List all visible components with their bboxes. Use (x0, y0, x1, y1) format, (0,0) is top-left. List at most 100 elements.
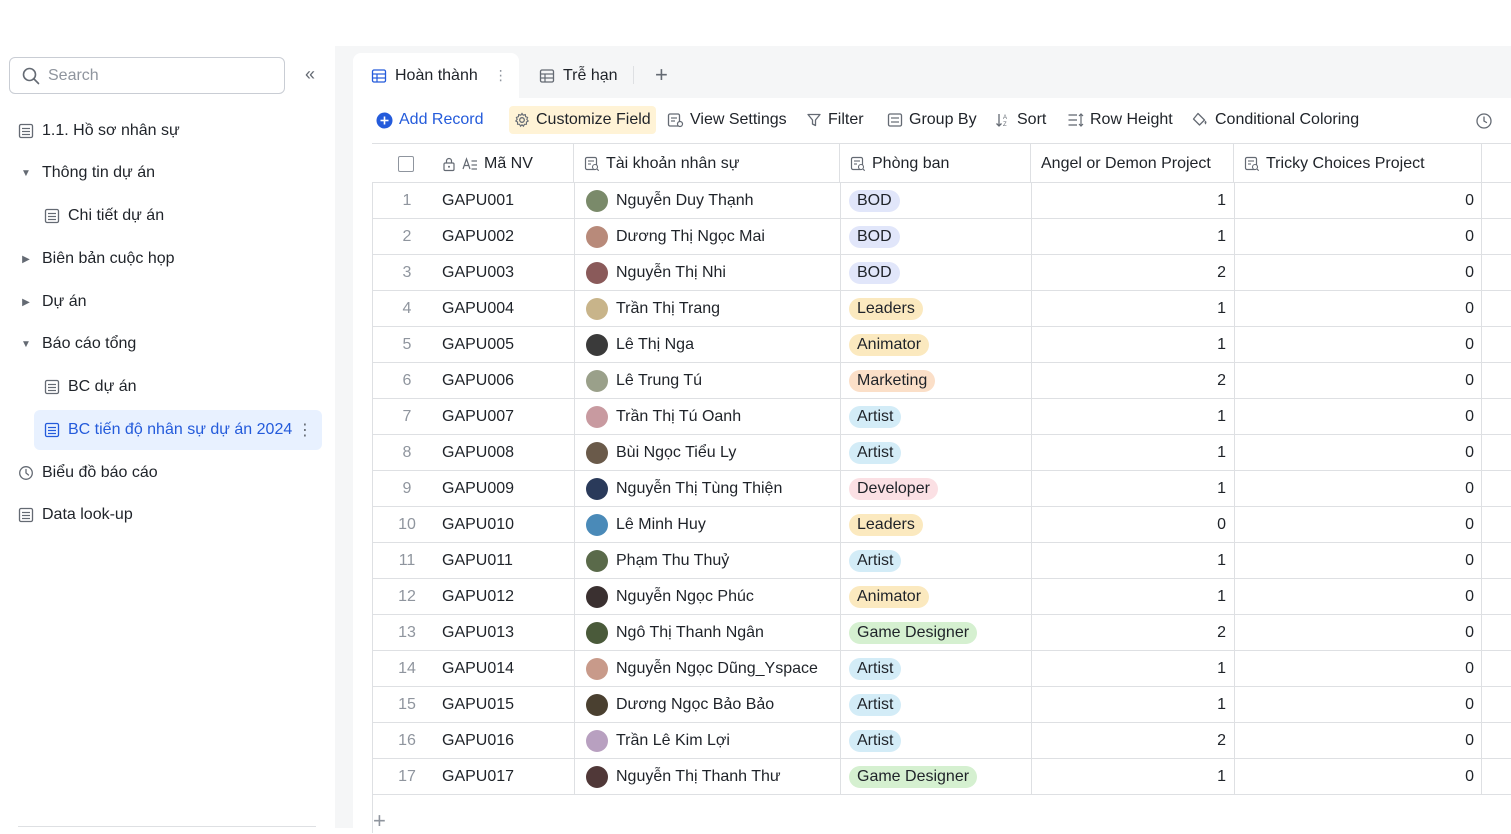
table-row[interactable]: 14 GAPU014 Nguyễn Ngọc Dũng_Yspace Artist 1 0 (372, 651, 1511, 687)
table-row[interactable]: 7 GAPU007 Trần Thị Tú Oanh Artist 1 0 (372, 399, 1511, 435)
table-row[interactable]: 9 GAPU009 Nguyễn Thị Tùng Thiện Developer 1 0 (372, 471, 1511, 507)
tab-hoan-thanh[interactable]: Hoàn thành ⋮ (353, 53, 519, 98)
table-row[interactable]: 15 GAPU015 Dương Ngọc Bảo Bảo Artist 1 0 (372, 687, 1511, 723)
angel-demon-count-cell[interactable]: 2 (1031, 615, 1234, 650)
tricky-choices-count-cell[interactable]: 0 (1234, 615, 1482, 650)
employee-id-cell[interactable]: GAPU017 (442, 759, 574, 794)
employee-account-cell[interactable]: Bùi Ngọc Tiểu Ly (574, 435, 840, 470)
column-header-tricky-choices[interactable]: Tricky Choices Project (1234, 144, 1482, 183)
employee-account-cell[interactable]: Nguyễn Ngọc Dũng_Yspace (574, 651, 840, 686)
employee-id-cell[interactable]: GAPU016 (442, 723, 574, 758)
angel-demon-count-cell[interactable]: 1 (1031, 183, 1234, 218)
tricky-choices-count-cell[interactable]: 0 (1234, 327, 1482, 362)
row-height-button[interactable]: Row Height (1067, 106, 1173, 134)
employee-id-cell[interactable]: GAPU010 (442, 507, 574, 542)
table-row[interactable]: 13 GAPU013 Ngô Thị Thanh Ngân Game Designer… (372, 615, 1511, 651)
sidebar-item-du-an[interactable]: ▶ Dự án (20, 282, 86, 322)
tricky-choices-count-cell[interactable]: 0 (1234, 759, 1482, 794)
caret-right-icon[interactable]: ▶ (20, 253, 32, 265)
customize-field-button[interactable]: Customize Field (509, 106, 656, 134)
employee-account-cell[interactable]: Nguyễn Thị Thanh Thư (574, 759, 840, 794)
angel-demon-count-cell[interactable]: 2 (1031, 255, 1234, 290)
tricky-choices-count-cell[interactable]: 0 (1234, 471, 1482, 506)
tricky-choices-count-cell[interactable]: 0 (1234, 219, 1482, 254)
table-row[interactable]: 16 GAPU016 Trần Lê Kim Lợi Artist 2 0 (372, 723, 1511, 759)
employee-account-cell[interactable]: Lê Trung Tú (574, 363, 840, 398)
column-header-phong-ban[interactable]: Phòng ban (840, 144, 1031, 183)
angel-demon-count-cell[interactable]: 1 (1031, 579, 1234, 614)
employee-account-cell[interactable]: Lê Minh Huy (574, 507, 840, 542)
tricky-choices-count-cell[interactable]: 0 (1234, 687, 1482, 722)
department-cell[interactable]: BOD (840, 219, 1031, 254)
angel-demon-count-cell[interactable]: 1 (1031, 219, 1234, 254)
employee-id-cell[interactable]: GAPU012 (442, 579, 574, 614)
employee-account-cell[interactable]: Trần Thị Trang (574, 291, 840, 326)
employee-account-cell[interactable]: Trần Lê Kim Lợi (574, 723, 840, 758)
sidebar-item-ho-so-nhan-su[interactable]: 1.1. Hồ sơ nhân sự (18, 111, 180, 151)
department-cell[interactable]: Game Designer (840, 615, 1031, 650)
sort-button[interactable]: AZ Sort (995, 106, 1046, 134)
view-settings-button[interactable]: View Settings (667, 106, 787, 134)
conditional-coloring-button[interactable]: Conditional Coloring (1192, 106, 1359, 134)
tricky-choices-count-cell[interactable]: 0 (1234, 543, 1482, 578)
table-row[interactable]: 3 GAPU003 Nguyễn Thị Nhi BOD 2 0 (372, 255, 1511, 291)
group-by-button[interactable]: Group By (887, 106, 977, 134)
sidebar-item-chi-tiet-du-an[interactable]: Chi tiết dự án (44, 196, 164, 236)
angel-demon-count-cell[interactable]: 1 (1031, 687, 1234, 722)
employee-account-cell[interactable]: Nguyễn Thị Tùng Thiện (574, 471, 840, 506)
caret-right-icon[interactable]: ▶ (20, 296, 32, 308)
table-row[interactable]: 17 GAPU017 Nguyễn Thị Thanh Thư Game Design… (372, 759, 1511, 795)
department-cell[interactable]: BOD (840, 255, 1031, 290)
angel-demon-count-cell[interactable]: 1 (1031, 471, 1234, 506)
select-all-checkbox[interactable] (398, 155, 414, 172)
caret-down-icon[interactable]: ▼ (20, 338, 32, 350)
more-options-icon[interactable]: ⋮ (297, 420, 313, 440)
angel-demon-count-cell[interactable]: 1 (1031, 399, 1234, 434)
tricky-choices-count-cell[interactable]: 0 (1234, 291, 1482, 326)
table-row[interactable]: 1 GAPU001 Nguyễn Duy Thạnh BOD 1 0 (372, 183, 1511, 219)
tricky-choices-count-cell[interactable]: 0 (1234, 183, 1482, 218)
employee-id-cell[interactable]: GAPU014 (442, 651, 574, 686)
sidebar-item-thong-tin-du-an[interactable]: ▼ Thông tin dự án (20, 153, 155, 193)
employee-id-cell[interactable]: GAPU006 (442, 363, 574, 398)
employee-account-cell[interactable]: Nguyễn Thị Nhi (574, 255, 840, 290)
department-cell[interactable]: Artist (840, 399, 1031, 434)
employee-account-cell[interactable]: Nguyễn Ngọc Phúc (574, 579, 840, 614)
employee-id-cell[interactable]: GAPU007 (442, 399, 574, 434)
sidebar-item-bc-du-an[interactable]: BC dự án (44, 367, 137, 407)
tab-more-icon[interactable]: ⋮ (494, 67, 508, 84)
tricky-choices-count-cell[interactable]: 0 (1234, 507, 1482, 542)
employee-account-cell[interactable]: Phạm Thu Thuỷ (574, 543, 840, 578)
filter-button[interactable]: Filter (806, 106, 864, 134)
search-input[interactable] (48, 66, 268, 85)
department-cell[interactable]: BOD (840, 183, 1031, 218)
department-cell[interactable]: Animator (840, 327, 1031, 362)
table-row[interactable]: 11 GAPU011 Phạm Thu Thuỷ Artist 1 0 (372, 543, 1511, 579)
tricky-choices-count-cell[interactable]: 0 (1234, 723, 1482, 758)
tricky-choices-count-cell[interactable]: 0 (1234, 435, 1482, 470)
column-header-angel-or-demon[interactable]: Angel or Demon Project (1031, 144, 1234, 183)
column-header-tai-khoan[interactable]: Tài khoản nhân sự (574, 144, 840, 183)
tricky-choices-count-cell[interactable]: 0 (1234, 255, 1482, 290)
employee-id-cell[interactable]: GAPU013 (442, 615, 574, 650)
angel-demon-count-cell[interactable]: 2 (1031, 723, 1234, 758)
tricky-choices-count-cell[interactable]: 0 (1234, 579, 1482, 614)
employee-account-cell[interactable]: Trần Thị Tú Oanh (574, 399, 840, 434)
department-cell[interactable]: Artist (840, 435, 1031, 470)
department-cell[interactable]: Leaders (840, 291, 1031, 326)
table-row[interactable]: 6 GAPU006 Lê Trung Tú Marketing 2 0 (372, 363, 1511, 399)
employee-account-cell[interactable]: Dương Ngọc Bảo Bảo (574, 687, 840, 722)
sidebar-item-bao-cao-tong[interactable]: ▼ Báo cáo tổng (20, 324, 136, 364)
add-row-button[interactable]: + (373, 808, 386, 834)
history-icon[interactable] (1475, 112, 1493, 135)
employee-id-cell[interactable]: GAPU009 (442, 471, 574, 506)
employee-account-cell[interactable]: Ngô Thị Thanh Ngân (574, 615, 840, 650)
tricky-choices-count-cell[interactable]: 0 (1234, 651, 1482, 686)
department-cell[interactable]: Artist (840, 543, 1031, 578)
angel-demon-count-cell[interactable]: 1 (1031, 291, 1234, 326)
sidebar-item-bien-ban-cuoc-hop[interactable]: ▶ Biên bản cuộc họp (20, 239, 174, 279)
angel-demon-count-cell[interactable]: 1 (1031, 327, 1234, 362)
tab-tre-han[interactable]: Trễ hạn (521, 53, 631, 98)
employee-id-cell[interactable]: GAPU002 (442, 219, 574, 254)
caret-down-icon[interactable]: ▼ (20, 167, 32, 179)
